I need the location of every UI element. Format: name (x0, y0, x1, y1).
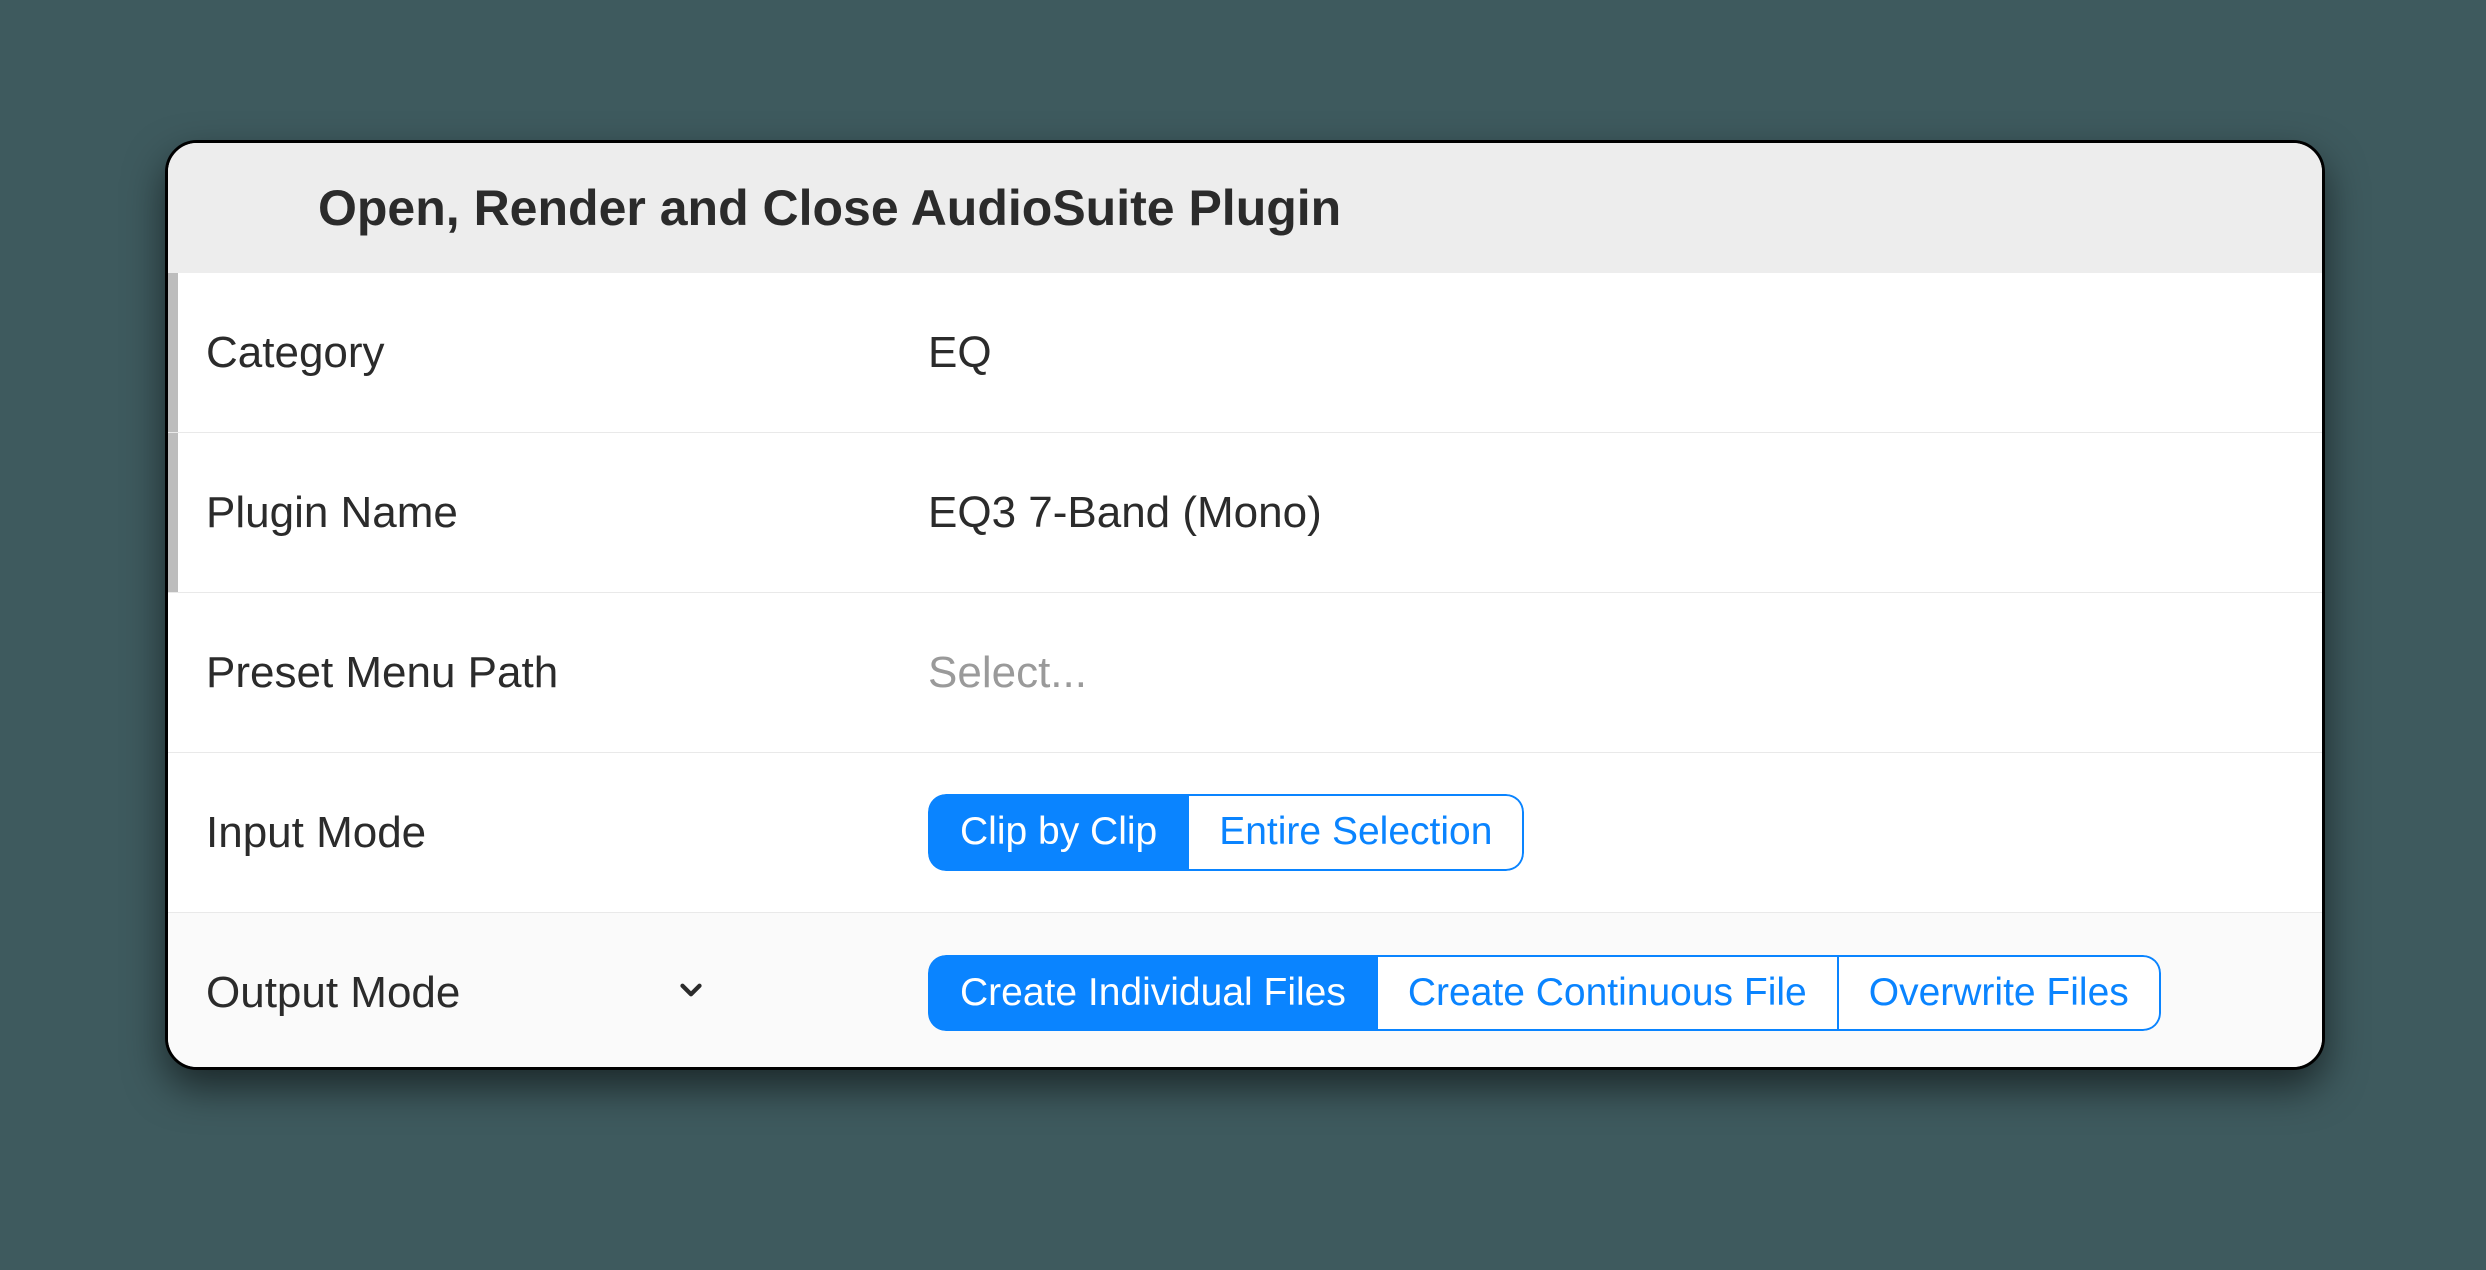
row-output-mode: Output Mode Create Individual Files Crea… (168, 913, 2322, 1070)
output-mode-label: Output Mode (206, 968, 460, 1018)
chevron-down-icon (674, 973, 708, 1014)
category-value: EQ (928, 328, 992, 377)
output-mode-option-create-individual-files[interactable]: Create Individual Files (928, 955, 1378, 1032)
category-label: Category (206, 328, 385, 378)
row-preset-menu-path[interactable]: Preset Menu Path Select... (168, 593, 2322, 753)
row-category[interactable]: Category EQ (168, 273, 2322, 433)
drag-handle-icon[interactable] (168, 433, 178, 592)
audiosuite-panel: Open, Render and Close AudioSuite Plugin… (165, 140, 2325, 1070)
input-mode-option-entire-selection[interactable]: Entire Selection (1189, 794, 1524, 871)
panel-title: Open, Render and Close AudioSuite Plugin (318, 179, 2282, 237)
preset-menu-path-placeholder: Select... (928, 648, 1087, 697)
panel-header: Open, Render and Close AudioSuite Plugin (168, 143, 2322, 273)
output-mode-segmented-control: Create Individual Files Create Continuou… (928, 955, 2161, 1032)
row-input-mode: Input Mode Clip by Clip Entire Selection (168, 753, 2322, 913)
output-mode-option-create-continuous-file[interactable]: Create Continuous File (1378, 955, 1839, 1032)
drag-handle-icon[interactable] (168, 273, 178, 432)
input-mode-label: Input Mode (206, 808, 426, 858)
row-plugin-name[interactable]: Plugin Name EQ3 7-Band (Mono) (168, 433, 2322, 593)
plugin-name-label: Plugin Name (206, 488, 458, 538)
output-mode-expand-toggle[interactable]: Output Mode (168, 968, 748, 1018)
input-mode-option-clip-by-clip[interactable]: Clip by Clip (928, 794, 1189, 871)
preset-menu-path-label: Preset Menu Path (206, 648, 558, 698)
input-mode-segmented-control: Clip by Clip Entire Selection (928, 794, 1524, 871)
plugin-name-value: EQ3 7-Band (Mono) (928, 488, 1322, 537)
output-mode-option-overwrite-files[interactable]: Overwrite Files (1839, 955, 2161, 1032)
